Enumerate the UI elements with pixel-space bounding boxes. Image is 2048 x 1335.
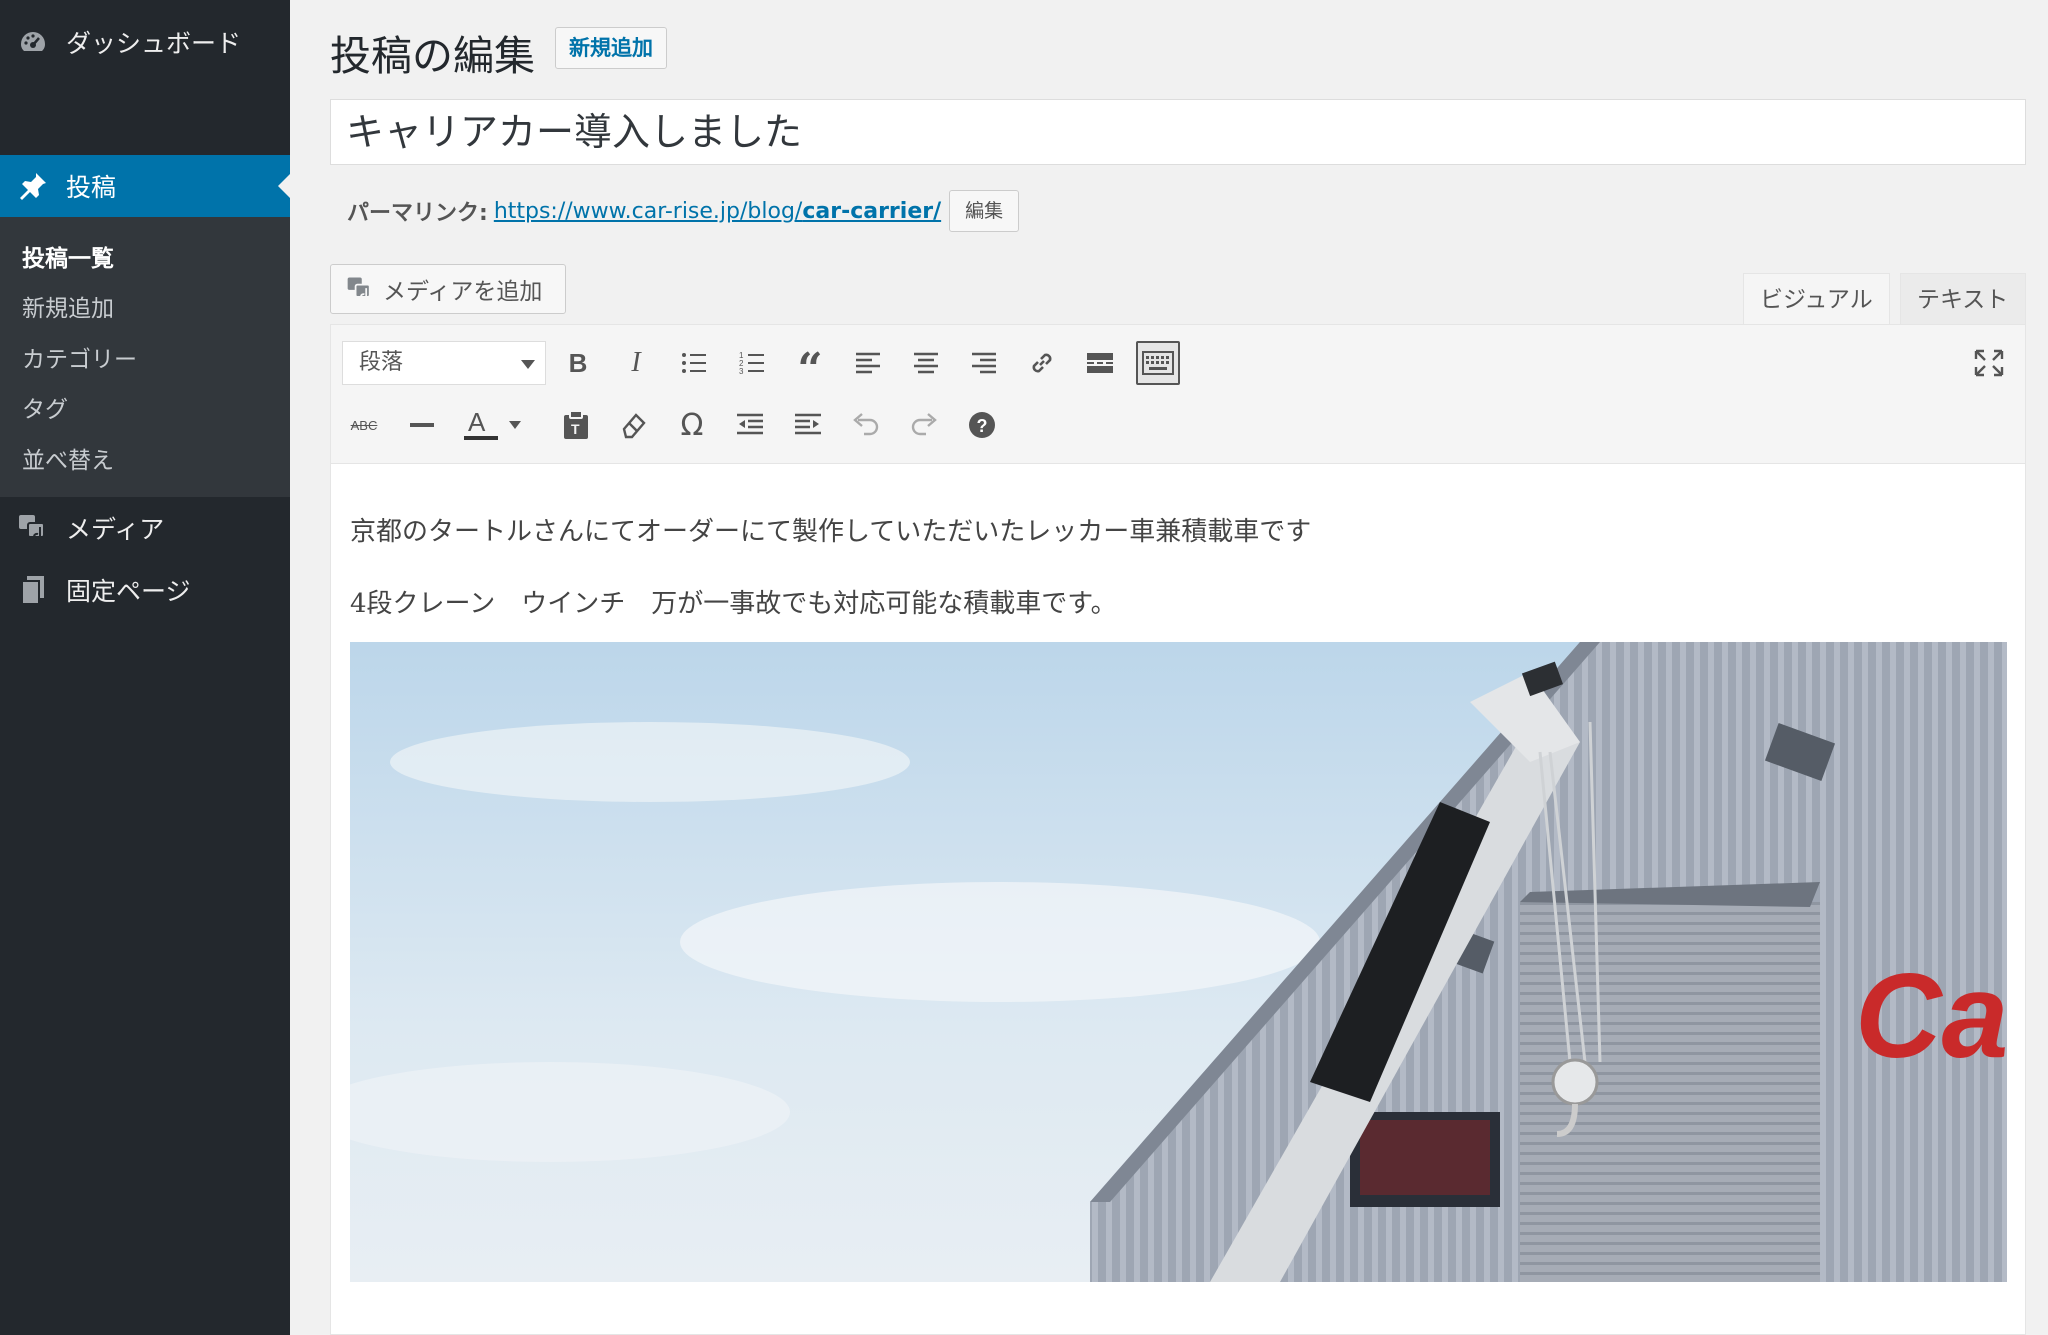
read-more-button[interactable] <box>1078 341 1122 385</box>
insert-link-button[interactable] <box>1020 341 1064 385</box>
post-title-input[interactable]: キャリアカー導入しました <box>330 99 2026 165</box>
help-icon: ? <box>969 412 995 438</box>
permalink-edit-button[interactable]: 編集 <box>949 190 1020 232</box>
undo-icon <box>853 413 879 436</box>
pushpin-icon <box>16 169 50 203</box>
content-paragraph[interactable]: 4段クレーン ウインチ 万が一事故でも対応可能な積載車です。 <box>350 583 1117 620</box>
keyboard-icon <box>1142 351 1174 375</box>
undo-button[interactable] <box>844 403 888 447</box>
strikethrough-button[interactable]: ABC <box>342 403 386 447</box>
align-right-button[interactable] <box>962 341 1006 385</box>
text-color-icon: A <box>464 409 498 440</box>
italic-button[interactable]: I <box>614 341 658 385</box>
clipboard-icon: T <box>564 410 588 439</box>
menu-label-posts: 投稿 <box>66 173 117 202</box>
bullet-list-icon <box>682 353 706 373</box>
media-icon <box>345 274 375 304</box>
align-left-button[interactable] <box>846 341 890 385</box>
link-icon <box>1032 353 1052 373</box>
special-character-button[interactable]: Ω <box>670 403 714 447</box>
outdent-icon <box>737 413 763 435</box>
svg-text:A: A <box>468 409 486 437</box>
menu-label-media: メディア <box>66 515 165 544</box>
paste-as-text-button[interactable]: T <box>554 403 598 447</box>
text-color-button[interactable]: A <box>458 403 502 447</box>
pages-icon <box>16 573 50 607</box>
chevron-down-icon <box>521 360 535 369</box>
tab-visual[interactable]: ビジュアル <box>1743 273 1890 325</box>
svg-text:T: T <box>571 421 580 437</box>
bold-button[interactable]: B <box>556 341 600 385</box>
menu-label-pages: 固定ページ <box>66 577 191 606</box>
menu-item-pages[interactable]: 固定ページ <box>0 562 290 618</box>
format-select[interactable]: 段落 <box>342 341 546 385</box>
crane-truck-photo: Ca <box>350 642 2007 1282</box>
submenu-item-tags[interactable]: タグ <box>22 390 68 424</box>
align-center-button[interactable] <box>904 341 948 385</box>
editor-toolbar: 段落 B I 123 “ ABC A T Ω ? <box>331 325 2025 464</box>
admin-sidebar: ダッシュボード 投稿 投稿一覧 新規追加 カテゴリー タグ 並べ替え メディア … <box>0 0 290 1335</box>
permalink-link[interactable]: https://www.car-rise.jp/blog/car-carrier… <box>494 199 941 224</box>
align-center-icon <box>914 352 938 374</box>
strikethrough-icon: ABC <box>350 417 378 433</box>
svg-text:?: ? <box>977 416 988 436</box>
posts-submenu: 投稿一覧 新規追加 カテゴリー タグ 並べ替え <box>0 217 290 497</box>
align-right-icon <box>972 352 996 374</box>
menu-label-dashboard: ダッシュボード <box>66 29 242 58</box>
bullet-list-button[interactable] <box>672 341 716 385</box>
current-menu-arrow <box>278 174 290 198</box>
eraser-icon <box>622 413 646 439</box>
submenu-item-add-new[interactable]: 新規追加 <box>22 289 114 323</box>
svg-text:3: 3 <box>739 367 744 375</box>
menu-item-posts[interactable]: 投稿 <box>0 155 290 217</box>
post-editor: 段落 B I 123 “ ABC A T Ω ? 京都のタートルさんにてオーダー… <box>330 324 2026 1335</box>
italic-icon: I <box>631 347 641 378</box>
permalink-label: パーマリンク: <box>347 201 488 226</box>
dashboard-icon <box>16 25 50 59</box>
redo-button[interactable] <box>902 403 946 447</box>
add-new-button[interactable]: 新規追加 <box>555 27 667 69</box>
text-color-dropdown[interactable] <box>503 403 527 447</box>
numbered-list-button[interactable]: 123 <box>730 341 774 385</box>
numbered-list-icon: 123 <box>739 351 764 375</box>
fullscreen-icon <box>1974 349 2004 377</box>
permalink-base: https://www.car-rise.jp/blog/ <box>493 198 803 224</box>
help-button[interactable]: ? <box>960 403 1004 447</box>
add-media-button[interactable]: メディアを追加 <box>330 264 566 314</box>
permalink-row: パーマリンク: https://www.car-rise.jp/blog/car… <box>347 190 1020 232</box>
omega-icon: Ω <box>680 407 704 443</box>
blockquote-button[interactable]: “ <box>788 341 832 392</box>
redo-icon <box>911 413 937 436</box>
permalink-slug: car-carrier/ <box>802 198 942 224</box>
horizontal-line-icon <box>410 423 434 427</box>
menu-item-media[interactable]: メディア <box>0 500 290 556</box>
indent-icon <box>795 413 821 435</box>
chevron-down-icon <box>509 421 521 429</box>
menu-item-dashboard[interactable]: ダッシュボード <box>0 18 290 66</box>
content-image[interactable]: Ca <box>350 642 2007 1282</box>
add-media-label: メディアを追加 <box>383 279 543 305</box>
media-icon <box>16 511 50 545</box>
blockquote-icon: “ <box>797 344 823 395</box>
format-select-value: 段落 <box>359 350 404 375</box>
horizontal-line-button[interactable] <box>400 403 444 447</box>
indent-button[interactable] <box>786 403 830 447</box>
bold-icon: B <box>568 347 588 378</box>
photo-sign-text: Ca <box>1855 949 2007 1083</box>
submenu-item-all-posts[interactable]: 投稿一覧 <box>22 239 114 273</box>
tab-text[interactable]: テキスト <box>1900 273 2026 325</box>
outdent-button[interactable] <box>728 403 772 447</box>
align-left-icon <box>856 352 880 374</box>
page-title: 投稿の編集 <box>330 32 535 80</box>
fullscreen-button[interactable] <box>1967 341 2011 385</box>
toolbar-toggle-button[interactable] <box>1136 341 1180 385</box>
submenu-item-reorder[interactable]: 並べ替え <box>22 441 114 475</box>
submenu-item-categories[interactable]: カテゴリー <box>22 340 137 374</box>
content-paragraph[interactable]: 京都のタートルさんにてオーダーにて製作していただいたレッカー車兼積載車です <box>350 511 1311 548</box>
clear-formatting-button[interactable] <box>612 403 656 447</box>
read-more-icon <box>1087 353 1113 373</box>
